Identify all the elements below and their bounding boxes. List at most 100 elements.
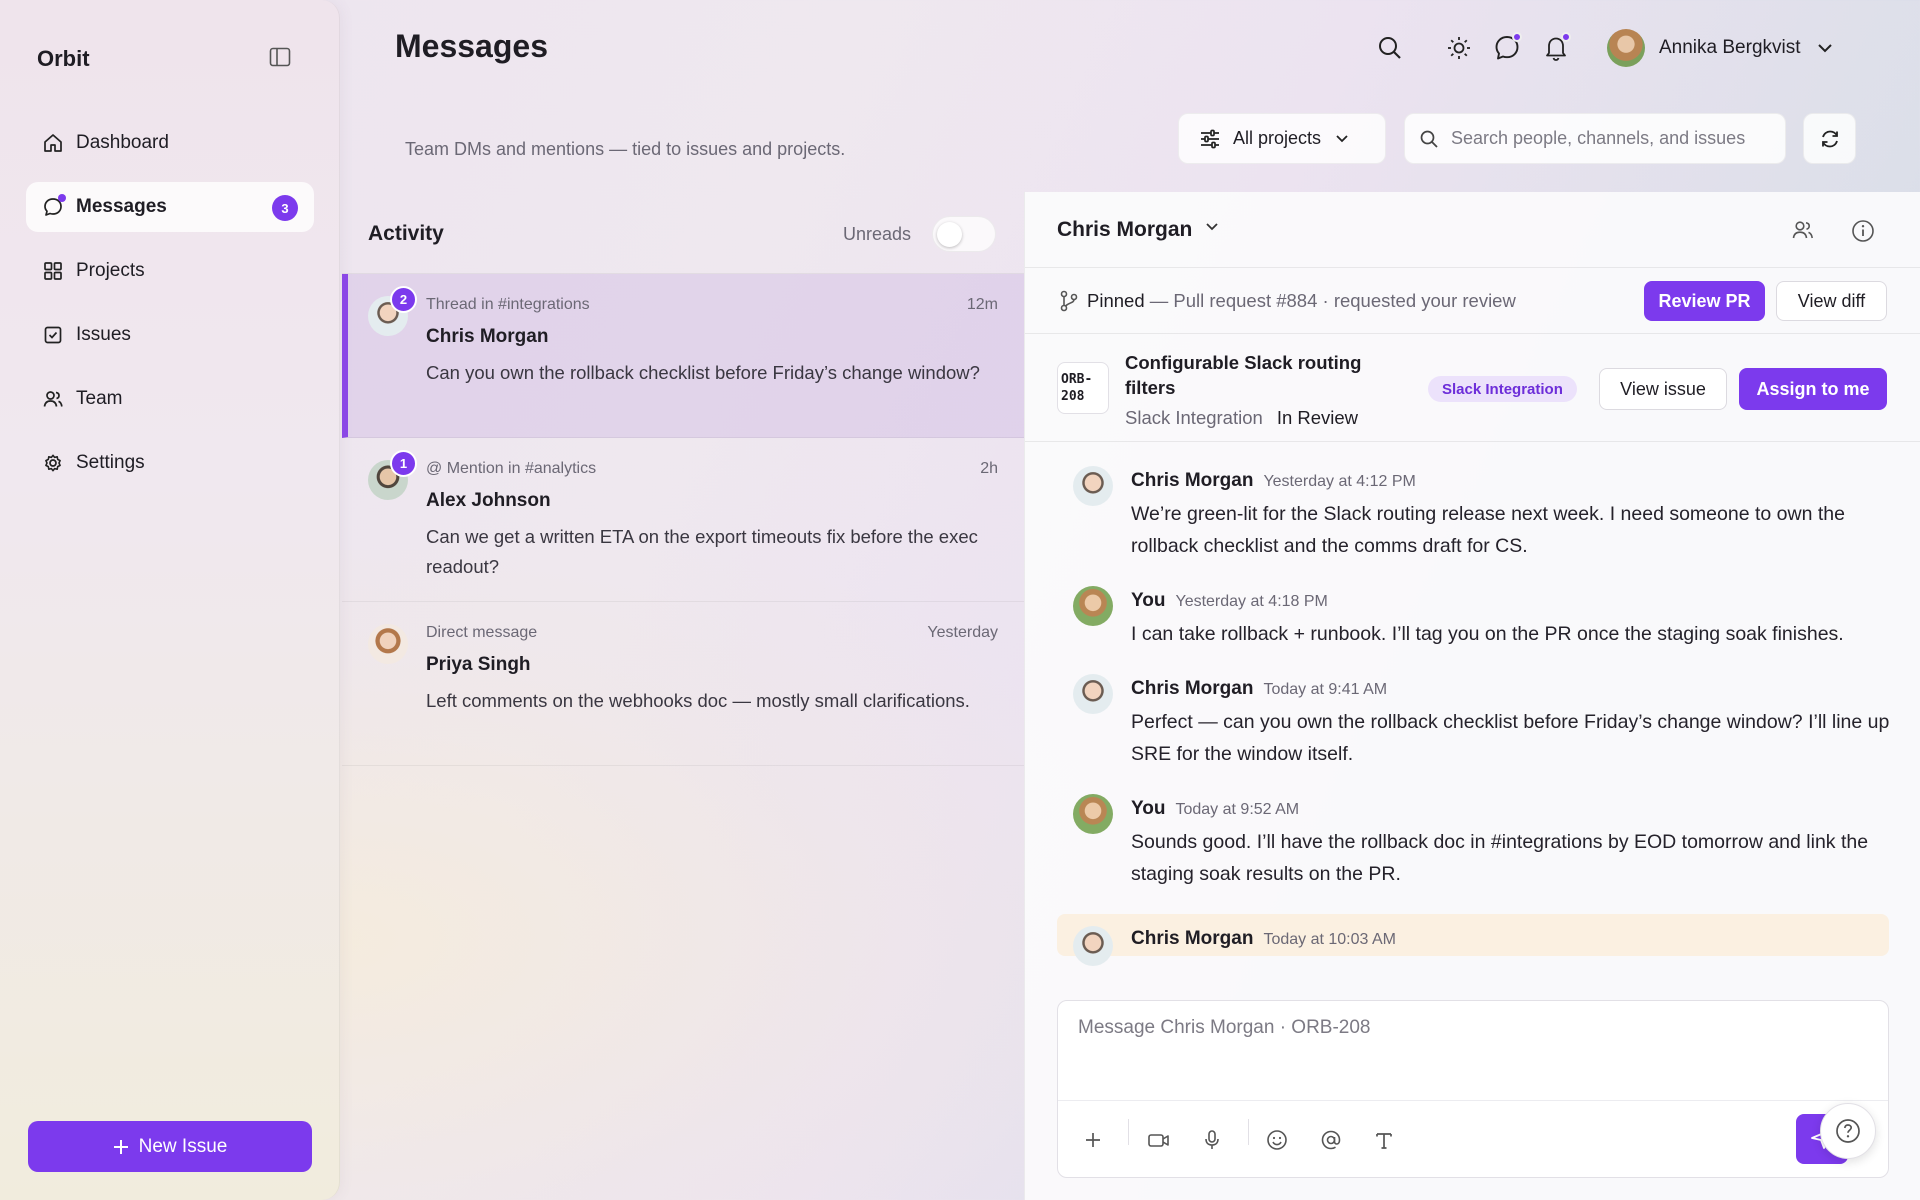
user-name: Annika Bergkvist	[1659, 37, 1801, 58]
list-item[interactable]: Direct message Yesterday Priya Singh Lef…	[342, 602, 1024, 766]
project-tag: Slack Integration	[1428, 376, 1577, 402]
message-time: Yesterday at 4:18 PM	[1175, 593, 1328, 610]
issue-status: In Review	[1276, 407, 1359, 428]
new-issue-label: New Issue	[138, 1135, 228, 1157]
user-menu[interactable]: Annika Bergkvist	[1607, 28, 1833, 68]
review-pr-button[interactable]: Review PR	[1644, 281, 1765, 321]
issue-meta: Slack Integration In Review	[1125, 407, 1358, 429]
checkbox-icon	[42, 324, 64, 346]
sidebar-item-team[interactable]: Team	[26, 374, 314, 424]
view-diff-button[interactable]: View diff	[1776, 281, 1887, 321]
sidebar-item-label: Settings	[76, 452, 145, 473]
avatar	[1607, 29, 1645, 67]
mention-icon[interactable]	[1314, 1123, 1348, 1157]
info-icon[interactable]	[1851, 219, 1875, 243]
thread-preview: Can you own the rollback checklist befor…	[426, 362, 980, 383]
list-item[interactable]: 2 Thread in #integrations 12m Chris Morg…	[342, 274, 1024, 438]
search-field[interactable]	[1404, 113, 1786, 164]
thread-time: 2h	[980, 460, 998, 477]
thread-context: Direct message	[426, 624, 538, 641]
unread-dot	[1512, 32, 1522, 42]
message-input[interactable]	[1058, 1001, 1888, 1101]
message-author: You	[1131, 590, 1166, 611]
toggle-knob	[937, 222, 962, 247]
search-icon[interactable]	[1374, 32, 1406, 64]
activity-title: Activity	[368, 222, 444, 245]
text-format-icon[interactable]	[1367, 1123, 1401, 1157]
message: Chris Morgan Today at 9:41 AM Perfect — c…	[1025, 674, 1920, 770]
message-time: Yesterday at 4:12 PM	[1263, 473, 1416, 490]
sidebar-item-issues[interactable]: Issues	[26, 310, 314, 360]
thread-context: @ Mention in #analytics	[426, 460, 597, 477]
unreads-toggle[interactable]	[932, 216, 996, 252]
pinned-bar: Pinned — Pull request #884 · requested y…	[1025, 268, 1920, 334]
activity-panel: Activity Unreads 2 Thread in #integratio…	[342, 192, 1024, 1200]
search-input[interactable]	[1451, 128, 1785, 149]
issue-project: Slack Integration	[1125, 407, 1263, 428]
sidebar-item-dashboard[interactable]: Dashboard	[26, 118, 314, 168]
unread-dot	[58, 194, 66, 202]
filter-icon	[1199, 129, 1221, 149]
grid-icon	[42, 260, 64, 282]
pinned-description: — Pull request #884 · requested your rev…	[1149, 290, 1516, 311]
bell-icon[interactable]	[1540, 32, 1572, 64]
chat-icon	[42, 194, 66, 218]
plus-icon	[113, 1139, 129, 1155]
gear-icon	[42, 452, 64, 474]
chevron-down-icon	[1335, 134, 1349, 143]
message-author: Chris Morgan	[1131, 470, 1254, 491]
avatar	[1073, 586, 1113, 626]
message-text: Perfect — can you own the rollback check…	[1131, 711, 1890, 765]
sun-icon[interactable]	[1443, 32, 1475, 64]
new-issue-button[interactable]: New Issue	[28, 1121, 312, 1172]
sidebar-collapse-icon[interactable]	[269, 47, 293, 69]
conversation-header: Chris Morgan	[1025, 192, 1920, 268]
sidebar-item-messages[interactable]: Messages 3	[26, 182, 314, 232]
avatar	[1073, 466, 1113, 506]
sidebar-item-label: Messages	[76, 196, 167, 217]
sidebar-nav: Dashboard Messages 3 Projects Issues Tea…	[26, 118, 314, 502]
view-issue-button[interactable]: View issue	[1599, 368, 1727, 410]
notification-dot	[1561, 32, 1571, 42]
chat-icon[interactable]	[1491, 32, 1523, 64]
assign-to-me-button[interactable]: Assign to me	[1739, 368, 1887, 410]
plus-icon[interactable]	[1076, 1123, 1110, 1157]
project-filter-dropdown[interactable]: All projects	[1178, 113, 1386, 164]
sidebar-item-label: Issues	[76, 324, 131, 345]
page-subtitle: Team DMs and mentions — tied to issues a…	[405, 139, 846, 159]
refresh-button[interactable]	[1803, 113, 1856, 164]
message-author: Chris Morgan	[1131, 678, 1254, 699]
message-text: I can take rollback + runbook. I’ll tag …	[1131, 623, 1844, 645]
message-text: Sounds good. I’ll have the rollback doc …	[1131, 831, 1869, 885]
unread-count-badge: 3	[272, 195, 298, 221]
list-item[interactable]: 1 @ Mention in #analytics 2h Alex Johnso…	[342, 438, 1024, 602]
linked-issue-card: ORB- 208 Configurable Slack routing filte…	[1025, 334, 1920, 442]
emoji-icon[interactable]	[1260, 1123, 1294, 1157]
message: Chris Morgan Today at 10:03 AM	[1057, 914, 1889, 966]
divider	[1248, 1119, 1249, 1145]
message: You Today at 9:52 AM Sounds good. I’ll ha…	[1025, 794, 1920, 890]
video-icon[interactable]	[1142, 1123, 1176, 1157]
chevron-down-icon	[1817, 43, 1833, 53]
users-icon[interactable]	[1791, 218, 1815, 242]
chevron-down-icon[interactable]	[1205, 222, 1219, 231]
conversation-title[interactable]: Chris Morgan	[1057, 218, 1192, 242]
page-title: Messages	[395, 28, 548, 64]
issue-title[interactable]: Configurable Slack routing filters	[1125, 350, 1385, 400]
thread-preview: Left comments on the webhooks doc — most…	[426, 690, 970, 711]
help-button[interactable]	[1820, 1103, 1876, 1159]
pinned-label: Pinned	[1087, 290, 1145, 311]
avatar	[1073, 794, 1113, 834]
thread-sender: Chris Morgan	[426, 326, 549, 347]
sidebar-item-projects[interactable]: Projects	[26, 246, 314, 296]
sidebar-item-settings[interactable]: Settings	[26, 438, 314, 488]
brand-name: Orbit	[37, 46, 90, 71]
refresh-icon	[1819, 128, 1841, 150]
issue-id-badge[interactable]: ORB- 208	[1057, 362, 1109, 414]
message-list[interactable]: Chris Morgan Yesterday at 4:12 PM We’re g…	[1025, 442, 1920, 976]
microphone-icon[interactable]	[1195, 1123, 1229, 1157]
thread-sender: Priya Singh	[426, 654, 531, 675]
unread-count-badge: 1	[390, 450, 417, 477]
message: Chris Morgan Yesterday at 4:12 PM We’re g…	[1025, 466, 1920, 562]
activity-header: Activity Unreads	[342, 192, 1024, 274]
